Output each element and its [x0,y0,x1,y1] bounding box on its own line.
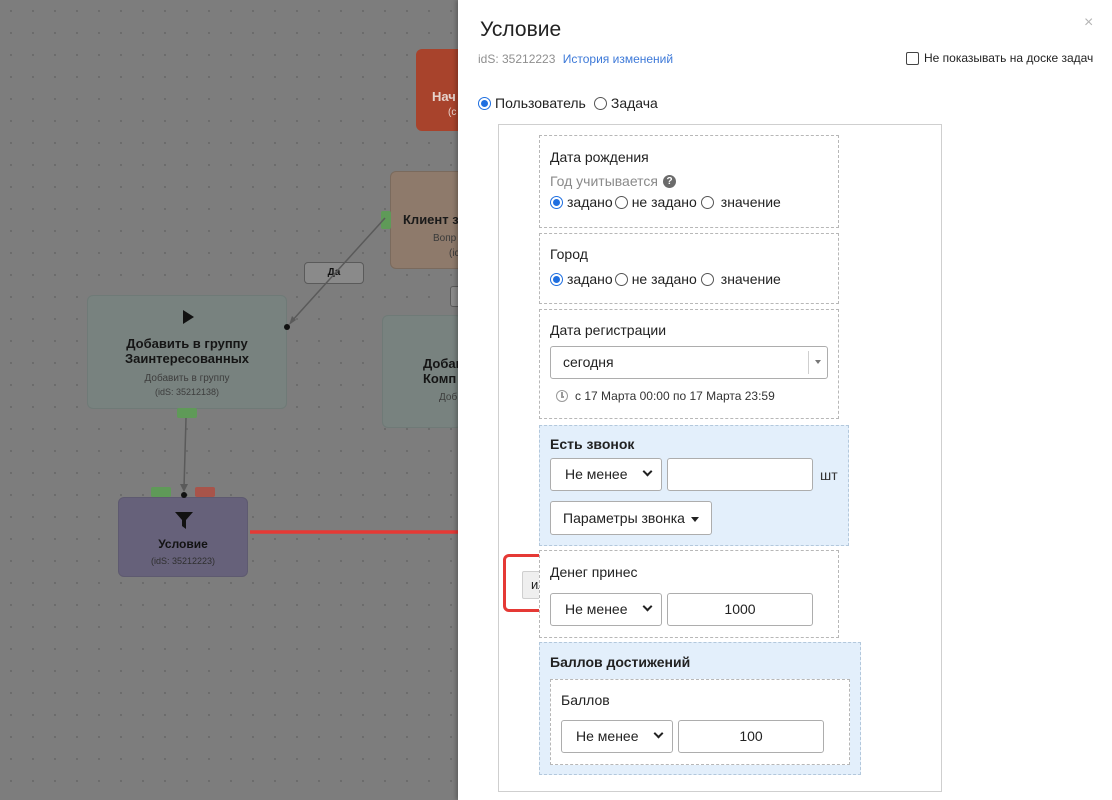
history-link[interactable]: История изменений [563,52,673,66]
condition-call: Есть звонок Не менее шт Параметры звонка [539,425,849,546]
condition-achievements: Баллов достижений Баллов Не менее 100 [539,642,861,775]
conditions-container: или Дата рождения Год учитывается ? зада… [498,124,942,792]
achievements-points-box: Баллов Не менее 100 [550,679,850,765]
chevron-down-icon [642,601,653,612]
condition-money: Денег принес Не менее 1000 [539,550,839,638]
checkbox-box[interactable] [906,51,919,65]
achievements-operator-select[interactable]: Не менее [561,720,673,753]
city-radio-set[interactable] [550,272,563,286]
radio-task-label[interactable]: Задача [611,95,658,111]
city-radio-value[interactable] [700,272,714,286]
call-params-label: Параметры звонка [563,510,685,526]
call-params-button[interactable]: Параметры звонка [550,501,712,535]
condition-registration: Дата регистрации сегодня с 17 Марта 00:0… [539,309,839,419]
city-option-value[interactable]: значение [721,271,781,287]
registration-range: с 17 Марта 00:00 по 17 Марта 23:59 [556,389,775,403]
birthday-radio-set[interactable] [550,195,563,209]
birthday-option-value[interactable]: значение [721,194,781,210]
radio-task[interactable] [593,96,607,110]
ids-text: idS: 35212223 [478,52,556,66]
chevron-down-icon [642,466,653,477]
birthday-title: Дата рождения [550,149,649,165]
call-operator-value: Не менее [565,466,628,482]
achievements-operator-value: Не менее [576,728,639,744]
registration-period-select[interactable]: сегодня [550,346,828,379]
money-operator-select[interactable]: Не менее [550,593,662,626]
money-value-input[interactable]: 1000 [667,593,813,626]
ids-line: idS: 35212223 История изменений [478,52,673,66]
birthday-subtitle: Год учитывается ? [550,173,676,189]
close-icon[interactable]: × [1084,14,1093,32]
birthday-options: задано не задано значение [550,194,783,210]
achievements-title: Баллов достижений [550,654,691,670]
radio-user-label[interactable]: Пользователь [495,95,586,111]
money-title: Денег принес [550,564,638,580]
achievements-value-input[interactable]: 100 [678,720,824,753]
caret-down-icon [691,517,699,522]
birthday-radio-value[interactable] [700,195,714,209]
condition-modal: Условие × idS: 35212223 История изменени… [458,0,1112,800]
clock-icon [556,390,568,402]
call-count-input[interactable] [667,458,813,491]
city-option-set[interactable]: задано [567,271,613,287]
radio-user[interactable] [478,96,491,110]
birthday-option-set[interactable]: задано [567,194,613,210]
modal-title: Условие [480,18,562,41]
city-title: Город [550,246,588,262]
condition-birthday: Дата рождения Год учитывается ? задано н… [539,135,839,228]
call-unit: шт [820,467,838,483]
help-icon[interactable]: ? [663,174,676,188]
condition-city: Город задано не задано значение [539,233,839,304]
registration-title: Дата регистрации [550,322,667,338]
chevron-down-icon [653,728,664,739]
hide-on-board-label: Не показывать на доске задач [924,51,1094,65]
birthday-option-unset[interactable]: не задано [632,194,697,210]
city-options: задано не задано значение [550,271,783,287]
birthday-radio-unset[interactable] [614,195,628,209]
money-operator-value: Не менее [565,601,628,617]
hide-on-board-checkbox[interactable]: Не показывать на доске задач [906,51,1093,65]
target-radio-group: Пользователь Задача [478,95,666,111]
city-radio-unset[interactable] [614,272,628,286]
registration-range-text: с 17 Марта 00:00 по 17 Марта 23:59 [575,389,775,403]
city-option-unset[interactable]: не задано [632,271,697,287]
registration-period-value: сегодня [563,354,614,370]
achievements-points-title: Баллов [561,692,610,708]
call-operator-select[interactable]: Не менее [550,458,662,491]
call-title: Есть звонок [550,436,635,452]
dropdown-caret-icon [815,360,821,364]
